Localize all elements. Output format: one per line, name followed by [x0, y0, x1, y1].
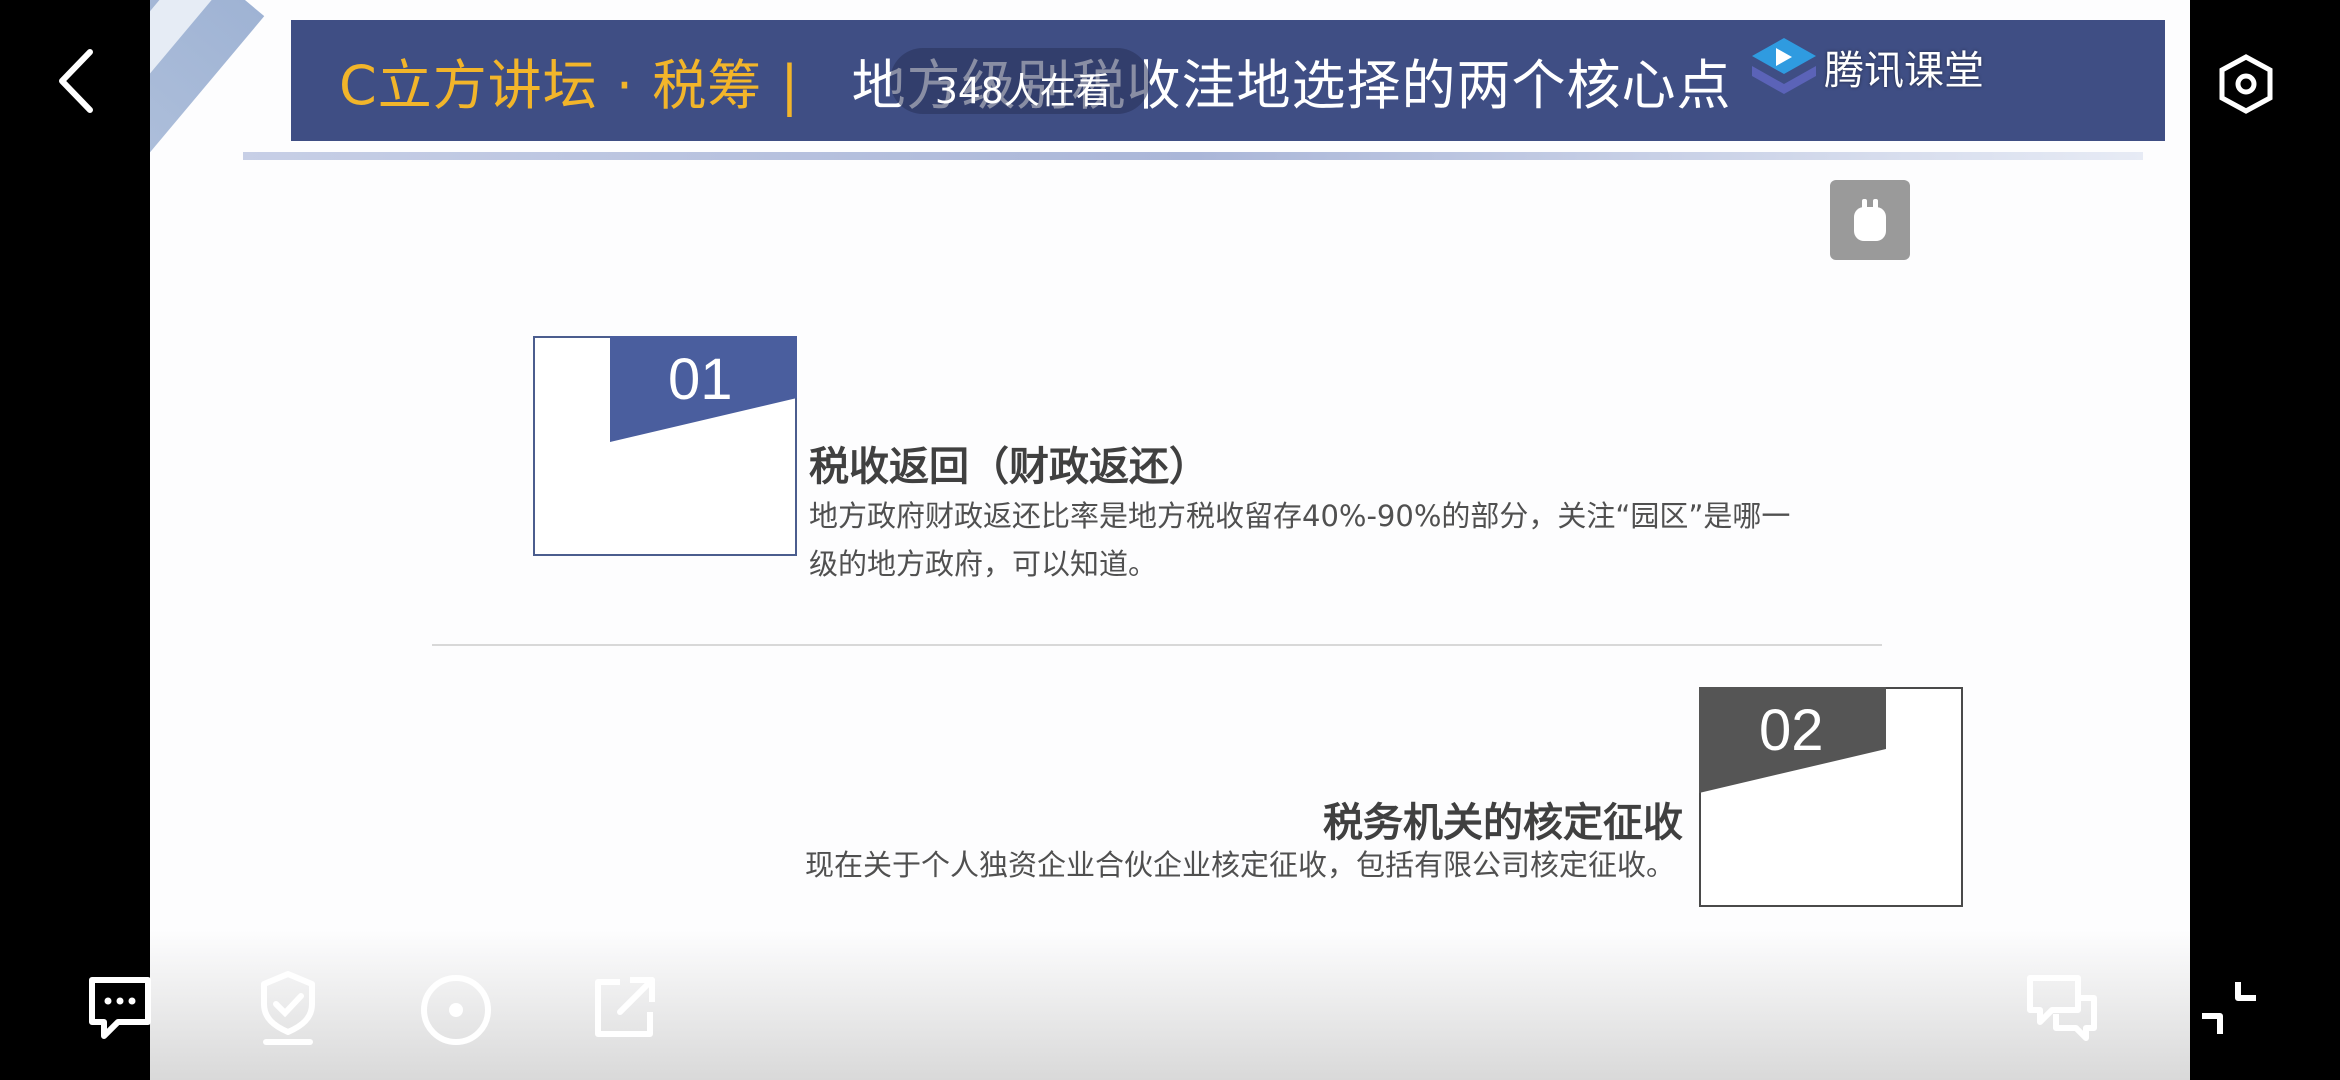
tencent-brand: 腾讯课堂: [1824, 48, 1984, 94]
item-1-number: 01: [668, 347, 733, 412]
tencent-play-icon: [1752, 38, 1816, 94]
item-1-text: 地方政府财政返还比率是地方税收留存40%-90%的部分，关注“园区”是哪一级的地…: [809, 499, 1791, 581]
circle-dot-icon[interactable]: [418, 972, 494, 1048]
decorative-stripe: [150, 0, 265, 415]
item-2-frame: 02: [1699, 687, 1963, 907]
tencent-classroom-logo: 腾讯课堂: [1748, 36, 1984, 98]
item-1-heading: 税收返回（财政返还）: [809, 444, 1209, 490]
comments-icon[interactable]: [2026, 974, 2098, 1042]
chat-bubble-icon[interactable]: [88, 976, 152, 1042]
hand-icon: [1854, 199, 1886, 241]
hexagon-settings-icon[interactable]: [2218, 54, 2274, 114]
back-arrow-icon[interactable]: [52, 46, 98, 116]
shield-badge-icon[interactable]: [258, 970, 318, 1046]
item-2-heading: 税务机关的核定征收: [1323, 800, 1683, 846]
viewer-count: 348人在看: [935, 71, 1112, 112]
slide-brand: C立方讲坛 · 税筹 |: [339, 54, 800, 117]
exit-fullscreen-icon[interactable]: [2198, 978, 2260, 1038]
title-underline: [243, 152, 2143, 160]
item-2-number: 02: [1759, 698, 1824, 763]
item-1-frame: 01: [533, 336, 797, 556]
share-icon[interactable]: [592, 974, 658, 1040]
item-2-text: 现在关于个人独资企业合伙企业核定征收，包括有限公司核定征收。: [804, 848, 1675, 882]
slide-canvas: C立方讲坛 · 税筹 | 地方级别税收洼地选择的两个核心点 01 税收返回（财政…: [150, 0, 2190, 1080]
item-divider: [432, 644, 1882, 646]
raise-hand-button[interactable]: [1830, 180, 1910, 260]
